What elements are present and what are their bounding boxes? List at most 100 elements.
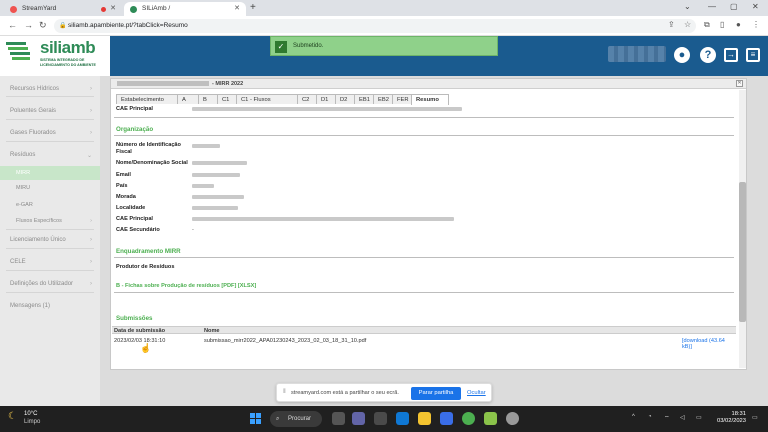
store-icon[interactable] bbox=[440, 412, 453, 425]
sidepanel-icon[interactable]: ▯ bbox=[720, 20, 724, 29]
windows-start-icon[interactable] bbox=[250, 413, 262, 425]
help-icon[interactable]: ? bbox=[700, 47, 716, 63]
label-cae-secundario: CAE Secundário bbox=[116, 227, 160, 233]
notifications-icon[interactable]: ▭ bbox=[752, 414, 758, 421]
sidebar-item-recursos-hidricos[interactable]: Recursos Hídricos › bbox=[0, 86, 100, 92]
chevron-right-icon: › bbox=[90, 281, 92, 287]
minimize-icon[interactable]: — bbox=[708, 2, 716, 11]
wifi-icon[interactable]: ⌔ bbox=[664, 414, 670, 422]
submissions-table-header: Data de submissão Nome bbox=[112, 326, 736, 334]
tab-d1[interactable]: D1 bbox=[316, 94, 336, 104]
tray-chevron-icon[interactable]: ^ bbox=[632, 414, 635, 420]
back-icon[interactable]: ← bbox=[8, 20, 17, 31]
divider bbox=[114, 257, 734, 258]
label-nome: Nome/Denominação Social bbox=[116, 160, 188, 166]
tab-streamyard[interactable]: StreamYard ✕ bbox=[4, 2, 122, 16]
task-view-icon[interactable] bbox=[332, 412, 345, 425]
sidebar-item-gases-fluorados[interactable]: Gases Fluorados › bbox=[0, 130, 100, 136]
network-icon[interactable]: ◔ bbox=[648, 414, 652, 420]
close-icon[interactable]: ✕ bbox=[110, 2, 116, 16]
tab-b[interactable]: B bbox=[198, 94, 218, 104]
close-icon[interactable]: ✕ bbox=[234, 2, 240, 16]
success-toast: ✓ Submetido. bbox=[270, 36, 498, 56]
scrollbar-thumb[interactable] bbox=[739, 182, 746, 322]
link-fichas-xlsx[interactable]: [XLSX] bbox=[238, 283, 256, 289]
redacted-value bbox=[192, 173, 240, 177]
tab-c1-fluxos[interactable]: C1 - Fluxos bbox=[236, 94, 298, 104]
app-icon[interactable] bbox=[484, 412, 497, 425]
tab-c2[interactable]: C2 bbox=[297, 94, 317, 104]
redacted-value bbox=[192, 161, 247, 165]
close-icon[interactable]: ✕ bbox=[736, 80, 743, 87]
stop-sharing-button[interactable]: Parar partilha bbox=[411, 387, 461, 400]
tab-eb1[interactable]: EB1 bbox=[354, 94, 374, 104]
tab-estabelecimento[interactable]: Estabelecimento bbox=[116, 94, 178, 104]
tab-d2[interactable]: D2 bbox=[335, 94, 355, 104]
tab-a[interactable]: A bbox=[177, 94, 199, 104]
share-icon[interactable]: ⇪ bbox=[668, 20, 675, 29]
app-icon[interactable] bbox=[506, 412, 519, 425]
weather-condition: Limpo bbox=[24, 419, 41, 425]
chrome-icon[interactable] bbox=[462, 412, 475, 425]
table-row: 2023/02/03 18:31:10 submissao_mirr2022_A… bbox=[112, 336, 736, 350]
divider bbox=[114, 117, 734, 118]
sidebar-item-egar[interactable]: e-GAR bbox=[0, 202, 100, 208]
sidebar-item-mensagens[interactable]: Mensagens (1) bbox=[0, 303, 100, 309]
extensions-icon[interactable]: ⧉ bbox=[704, 20, 710, 30]
streamyard-favicon-icon bbox=[10, 6, 17, 13]
tab-eb2[interactable]: EB2 bbox=[373, 94, 393, 104]
logo-subtitle: SISTEMA INTEGRADO DE LICENCIAMENTO DO AM… bbox=[40, 58, 96, 67]
tab-siliamb[interactable]: SILiAmb / ✕ bbox=[124, 2, 246, 16]
profile-icon[interactable]: ● bbox=[736, 20, 741, 29]
divider bbox=[6, 96, 94, 97]
tab-search-icon[interactable]: ⌄ bbox=[684, 2, 691, 11]
siliamb-logo[interactable]: siliamb SISTEMA INTEGRADO DE LICENCIAMEN… bbox=[0, 36, 110, 76]
redacted-value bbox=[192, 217, 454, 221]
redacted-value bbox=[192, 184, 214, 188]
widget-icon[interactable] bbox=[374, 412, 387, 425]
tab-resumo[interactable]: Resumo bbox=[411, 94, 449, 105]
tab-c1[interactable]: C1 bbox=[217, 94, 237, 104]
label-cae-principal: CAE Principal bbox=[116, 216, 153, 222]
sidebar-item-mirr[interactable]: MIRR bbox=[0, 166, 100, 180]
file-explorer-icon[interactable] bbox=[418, 412, 431, 425]
tab-fer[interactable]: FER bbox=[392, 94, 412, 104]
teams-icon[interactable] bbox=[352, 412, 365, 425]
menu-dots-icon[interactable]: ⋮ bbox=[752, 20, 760, 29]
sidebar-item-licenciamento-unico[interactable]: Licenciamento Único › bbox=[0, 237, 100, 243]
taskbar-clock[interactable]: 18:31 03/02/2023 bbox=[716, 411, 746, 425]
browser-tab-strip: StreamYard ✕ SILiAmb / ✕ + ⌄ — ▢ ✕ bbox=[0, 0, 768, 16]
logout-icon[interactable]: → bbox=[724, 48, 738, 62]
user-icon[interactable]: ● bbox=[674, 47, 690, 63]
sidebar-item-miru[interactable]: MIRU bbox=[0, 185, 100, 191]
cell-filename: submissao_mirr2022_APA01230243_2023_02_0… bbox=[204, 338, 367, 344]
link-fichas-pdf[interactable]: [PDF] bbox=[221, 283, 236, 289]
windows-taskbar: ☾ 10°C Limpo ⌕ Procurar ^ ◔ ⌔ ◁ ▭ 18:31 … bbox=[0, 406, 768, 432]
battery-icon[interactable]: ▭ bbox=[696, 414, 702, 421]
sidebar-item-definicoes-utilizador[interactable]: Definições do Utilizador › bbox=[0, 281, 100, 287]
sidebar-item-cele[interactable]: CELE › bbox=[0, 259, 100, 265]
url-text: siliamb.apambiente.pt/?tabClick=Resumo bbox=[68, 22, 188, 29]
url-input[interactable]: 🔒 siliamb.apambiente.pt/?tabClick=Resumo bbox=[54, 19, 696, 33]
bookmark-star-icon[interactable]: ☆ bbox=[684, 20, 691, 29]
new-tab-icon[interactable]: + bbox=[250, 2, 256, 14]
download-link[interactable]: [download (43.64 kB)] bbox=[682, 338, 736, 350]
sidebar-item-poluentes-gerais[interactable]: Poluentes Gerais › bbox=[0, 108, 100, 114]
search-icon: ⌕ bbox=[276, 416, 280, 422]
forward-icon[interactable]: → bbox=[24, 20, 33, 31]
grid-menu-icon[interactable]: ≡ bbox=[746, 48, 760, 62]
window-close-icon[interactable]: ✕ bbox=[752, 2, 759, 11]
divider bbox=[6, 248, 94, 249]
maximize-icon[interactable]: ▢ bbox=[730, 2, 738, 11]
panel-title: - MIRR 2022 bbox=[111, 79, 746, 89]
divider bbox=[6, 141, 94, 142]
reload-icon[interactable]: ↻ bbox=[39, 20, 47, 31]
edge-icon[interactable] bbox=[396, 412, 409, 425]
value-produtor-residuos: Produtor de Resíduos bbox=[116, 264, 175, 270]
sidebar-item-fluxos-especificos[interactable]: Fluxos Específicos › bbox=[0, 218, 100, 224]
chevron-right-icon: › bbox=[90, 259, 92, 265]
volume-icon[interactable]: ◁ bbox=[680, 414, 685, 421]
hide-button[interactable]: Ocultar bbox=[467, 390, 486, 396]
sidebar-item-residuos[interactable]: Resíduos ⌄ bbox=[0, 152, 100, 159]
taskbar-search[interactable]: ⌕ Procurar bbox=[270, 411, 322, 427]
